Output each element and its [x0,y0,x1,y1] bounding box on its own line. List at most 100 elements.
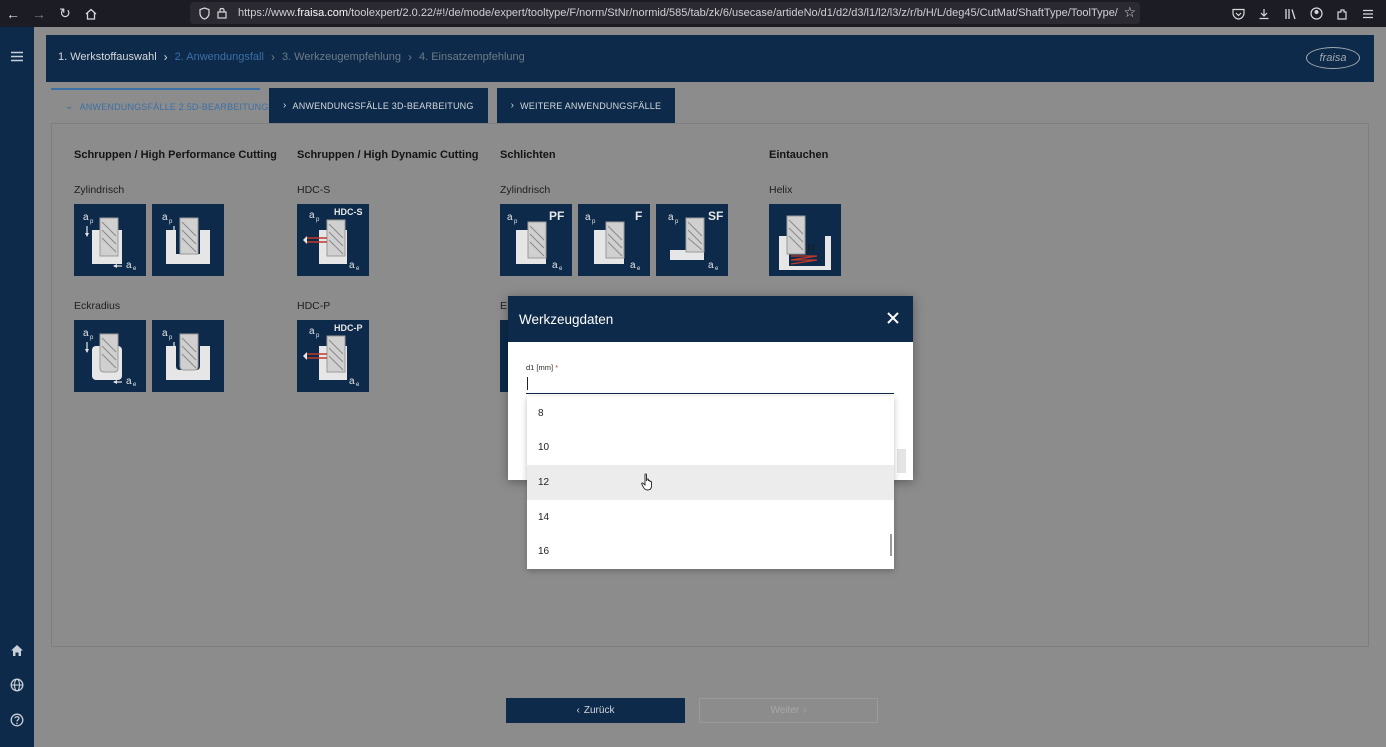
svg-text:a: a [668,212,674,223]
tab-label: WEITERE ANWENDUNGSFÄLLE [520,100,662,111]
tool-schlichten-sf[interactable]: SF a p a e [656,204,728,276]
help-icon[interactable] [7,710,27,730]
svg-text:e: e [559,266,563,272]
option-16[interactable]: 16 [527,534,894,569]
tool-hpc-zylindrisch-open[interactable]: apae [74,204,146,276]
svg-text:SF: SF [708,209,723,223]
tool-hpc-eckradius-open[interactable]: apae [74,320,146,392]
d1-input[interactable] [526,374,894,394]
option-10[interactable]: 10 [527,431,894,466]
hamburger-menu-icon[interactable] [7,46,27,66]
svg-text:a: a [83,328,89,339]
group-title: E [500,300,508,312]
chevron-left-icon: ‹ [576,705,580,716]
extensions-icon[interactable] [1332,4,1352,24]
svg-text:a: a [309,210,315,221]
svg-text:p: p [592,219,596,225]
library-icon[interactable] [1280,4,1300,24]
tool-eintauchen-helix[interactable]: z [769,204,841,276]
address-bar[interactable]: https://www.fraisa.com/toolexpert/2.0.22… [190,2,1140,24]
bookmark-star-icon[interactable]: ☆ [1123,4,1136,21]
svg-text:a: a [309,326,315,337]
tab-label: ANWENDUNGSFÄLLE 2.5D-BEARBEITUNG [79,101,269,112]
svg-text:a: a [585,212,591,223]
svg-text:a: a [507,212,513,223]
column-title: Schlichten [500,149,556,161]
column-title: Schruppen / High Dynamic Cutting [297,149,479,161]
step-werkstoffauswahl[interactable]: 1. Werkstoffauswahl [58,51,157,63]
home-icon[interactable] [78,0,104,27]
account-icon[interactable] [1306,4,1326,24]
svg-text:a: a [708,260,714,271]
tool-hdc-s[interactable]: HDC-S a p a e [297,204,369,276]
svg-text:F: F [635,209,642,223]
tool-hpc-eckradius-slot[interactable]: ap [152,320,224,392]
back-button[interactable]: ‹ Zurück [506,698,685,723]
svg-text:a: a [126,260,132,271]
svg-text:p: p [675,219,679,225]
tab-bar: ⌄ ANWENDUNGSFÄLLE 2.5D-BEARBEITUNG › ANW… [51,88,676,123]
svg-text:a: a [126,376,132,387]
chevron-right-icon: › [803,705,807,716]
url-text: https://www.fraisa.com/toolexpert/2.0.22… [238,7,1118,19]
d1-options-dropdown: 8 10 12 14 16 [527,396,894,569]
svg-text:e: e [356,382,360,388]
chevron-right-icon: › [283,100,287,111]
stepper-header: 1. Werkstoffauswahl › 2. Anwendungsfall … [46,35,1374,82]
tool-hpc-zylindrisch-slot[interactable]: ap [152,204,224,276]
ap-label: a [83,212,89,223]
svg-text:e: e [356,266,360,272]
next-button-label: Weiter [770,705,800,716]
step-anwendungsfall[interactable]: 2. Anwendungsfall [175,51,264,63]
back-arrow-icon[interactable]: ← [0,0,26,27]
tool-schlichten-f[interactable]: Fapae [578,204,650,276]
group-title: Zylindrisch [500,184,551,196]
svg-text:e: e [133,382,137,388]
group-title: Zylindrisch [74,184,125,196]
tab-2-5d-bearbeitung[interactable]: ⌄ ANWENDUNGSFÄLLE 2.5D-BEARBEITUNG [51,88,268,123]
svg-text:a: a [349,376,355,387]
forward-arrow-icon[interactable]: → [26,0,52,27]
option-12[interactable]: 12 [527,465,894,500]
svg-text:a: a [162,212,168,223]
download-icon[interactable] [1254,4,1274,24]
svg-text:a: a [630,260,636,271]
text-caret [527,377,528,390]
chevron-down-icon: ⌄ [65,101,74,112]
reload-icon[interactable]: ↻ [52,0,78,27]
step-werkzeugempfehlung: 3. Werkzeugempfehlung [281,51,401,63]
pocket-icon[interactable] [1228,4,1248,24]
close-icon[interactable] [885,310,901,326]
svg-text:e: e [133,266,137,272]
svg-text:z: z [811,242,816,252]
dialog-header: Werkzeugdaten [508,296,913,342]
next-button: Weiter › [699,698,878,723]
back-button-label: Zurück [583,705,615,716]
left-rail [0,27,34,747]
tool-hdc-p[interactable]: HDC-P a p a e [297,320,369,392]
svg-text:e: e [715,266,719,272]
svg-text:p: p [90,219,94,225]
dialog-action-button[interactable] [897,449,906,473]
shield-icon[interactable] [196,5,212,21]
option-14[interactable]: 14 [527,500,894,535]
svg-text:p: p [90,335,94,341]
column-title: Eintauchen [769,149,829,161]
tool-schlichten-pf[interactable]: PF a p a e [500,204,572,276]
breadcrumb: 1. Werkstoffauswahl › 2. Anwendungsfall … [58,50,525,64]
menu-icon[interactable] [1358,4,1378,24]
d1-field-label: d1 [mm] * [526,363,559,372]
globe-icon[interactable] [7,675,27,695]
dropdown-scrollbar[interactable] [890,534,892,556]
step-einsatzempfehlung: 4. Einsatzempfehlung [418,51,525,63]
tab-3d-bearbeitung[interactable]: › ANWENDUNGSFÄLLE 3D-BEARBEITUNG [269,88,488,123]
group-title: HDC-P [297,300,331,312]
svg-text:p: p [316,217,320,223]
home-icon[interactable] [7,640,27,660]
chevron-right-icon: › [270,50,275,64]
tab-weitere-anwendungsfaelle[interactable]: › WEITERE ANWENDUNGSFÄLLE [496,88,676,123]
svg-text:PF: PF [549,209,564,223]
svg-text:HDC-P: HDC-P [334,323,363,333]
option-8[interactable]: 8 [527,396,894,431]
lock-icon[interactable] [214,5,230,21]
